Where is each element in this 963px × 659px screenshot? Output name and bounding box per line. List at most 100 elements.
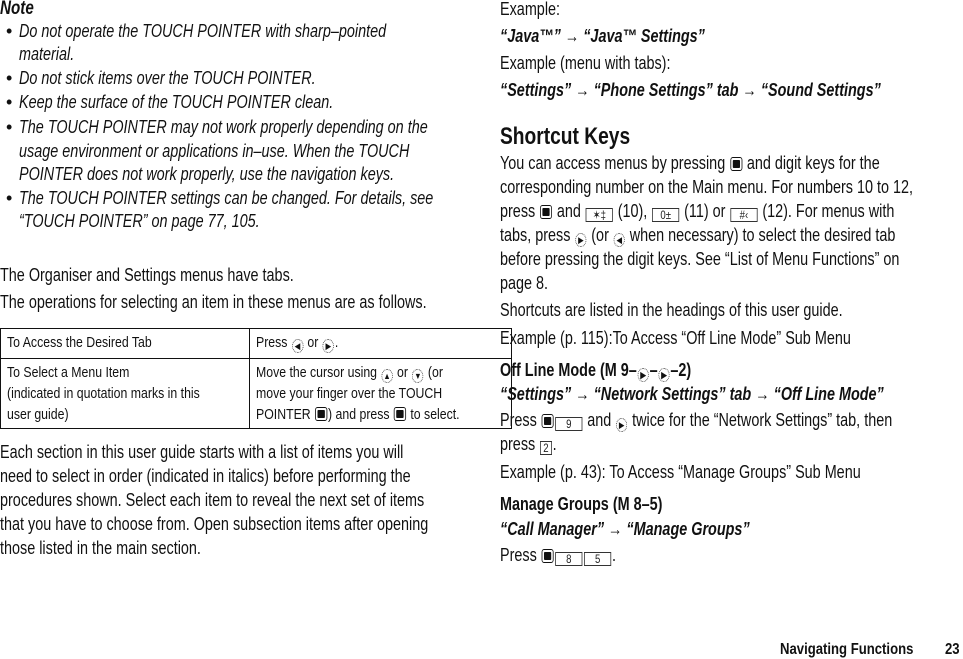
example-path-2: “Settings” → “Phone Settings” tab → “Sou… (500, 80, 881, 100)
table-cell: To Access the Desired Tab (0, 328, 251, 359)
shortcut-l1: You can access menus by pressing and dig… (500, 153, 880, 174)
table-cell: Press ◀ or ▶. (249, 328, 513, 359)
zero-key-icon: 0± (652, 208, 680, 222)
offline-l1: Press 9 and ▶ twice for the “Network Set… (500, 410, 892, 432)
text: and digit keys for the (746, 153, 880, 173)
section-para-l4: that you have to choose from. Open subse… (0, 514, 429, 534)
center-key-icon (315, 407, 328, 421)
example-label-1: Example: (500, 0, 561, 19)
nav-left-icon: ◀ (613, 233, 625, 247)
nav-left-icon: ◀ (291, 339, 304, 353)
note-bullet-4-l2: usage environment or applications in–use… (19, 141, 410, 161)
text: or (397, 364, 409, 381)
operations-table: To Access the Desired Tab Press ◀ or ▶. … (0, 328, 513, 429)
cell-text: Press ◀ or ▶. (256, 332, 460, 353)
center-key-icon (541, 414, 554, 428)
press-label: Press (256, 334, 288, 351)
shortcut-heading: Shortcut Keys (500, 123, 631, 150)
shortcut-l6: page 8. (500, 273, 549, 293)
text: press (500, 201, 536, 221)
shortcut-l4: tabs, press ▶ (or ◀ when necessary) to s… (500, 225, 895, 247)
note-bullet-5-l2: “TOUCH POINTER” on page 77, 105. (19, 211, 260, 231)
right-column: Example: “Java™” → “Java™ Settings” Exam… (500, 0, 963, 640)
example-manage-groups: Example (p. 43): To Access “Manage Group… (500, 462, 861, 482)
table-cell: Move the cursor using ▲ or ▼ (or move yo… (249, 358, 513, 429)
text: and (587, 410, 612, 430)
offline-l2: press 2. (500, 434, 557, 455)
bullet-icon: • (6, 188, 13, 208)
center-key-icon (730, 157, 743, 171)
footer-section-title: Navigating Functions (780, 641, 914, 658)
eight-key-icon: 8 (555, 552, 583, 566)
note-bullet-2: Do not stick items over the TOUCH POINTE… (19, 68, 316, 88)
five-key-icon: 5 (584, 552, 612, 566)
example-label-2: Example (menu with tabs): (500, 53, 671, 73)
shortcut-l2: corresponding number on the Main menu. F… (500, 177, 914, 197)
text: You can access menus by pressing (500, 153, 726, 173)
or-label: or (307, 334, 319, 351)
section-para-l2: need to select in order (indicated in it… (0, 466, 411, 486)
text: Press (500, 545, 537, 565)
shortcut-l5: before pressing the digit keys. See “Lis… (500, 249, 900, 269)
star-key-icon: ✶‡ (585, 208, 613, 222)
note-bullet-4-l1: The TOUCH POINTER may not work properly … (19, 117, 428, 137)
center-key-icon (393, 407, 407, 421)
nav-right-icon: ▶ (637, 368, 649, 382)
text: twice for the “Network Settings” tab, th… (632, 410, 893, 430)
nav-up-icon: ▲ (381, 369, 393, 383)
period: . (335, 334, 339, 351)
cell-text: user guide) (7, 406, 69, 423)
cell-text: Move the cursor using ▲ or ▼ (or (256, 362, 460, 383)
page-number: 23 (945, 641, 960, 658)
note-block: Note • Do not operate the TOUCH POINTER … (0, 0, 470, 240)
offline-path: “Settings” → “Network Settings” tab → “O… (500, 384, 884, 404)
text: Press (500, 410, 537, 430)
shortcut-example-1: Example (p. 115):To Access “Off Line Mod… (500, 328, 851, 348)
section-para-l5: those listed in the main section. (0, 538, 201, 558)
text: – (649, 360, 658, 380)
offline-heading: Off Line Mode (M 9– ▶ – ▶ –2) (500, 360, 691, 382)
note-bullet-4-l3: POINTER does not work properly, use the … (19, 164, 395, 184)
note-bullet-5-l1: The TOUCH POINTER settings can be change… (19, 188, 434, 208)
nav-right-icon: ▶ (322, 339, 335, 353)
text: . (552, 434, 557, 454)
example-path-1: “Java™” → “Java™ Settings” (500, 26, 705, 46)
groups-heading: Manage Groups (M 8–5) (500, 494, 663, 514)
text: –2) (670, 360, 692, 380)
cell-text: move your finger over the TOUCH (256, 385, 443, 402)
text: POINTER (256, 406, 311, 423)
text: (12). For menus with (762, 201, 895, 221)
groups-l1: Press 85. (500, 545, 616, 566)
bullet-icon: • (6, 68, 13, 88)
cell-text: To Access the Desired Tab (7, 334, 152, 351)
text: Off Line Mode (M 9– (500, 360, 637, 380)
bullet-icon: • (6, 92, 13, 112)
text: press (500, 434, 536, 454)
bullet-icon: • (6, 21, 13, 41)
bullet-icon: • (6, 117, 13, 137)
groups-path: “Call Manager” → “Manage Groups” (500, 519, 750, 539)
text: (or (428, 364, 444, 381)
nav-right-icon: ▶ (616, 418, 628, 432)
text: and (556, 201, 581, 221)
intro-tabs-text: The Organiser and Settings menus have ta… (0, 265, 294, 285)
text: (10), (617, 201, 648, 221)
text: (11) or (684, 201, 726, 221)
cell-text: POINTER ) and press to select. (256, 404, 460, 425)
note-bullet-3: Keep the surface of the TOUCH POINTER cl… (19, 92, 334, 112)
cell-text: To Select a Menu Item (7, 364, 130, 381)
hash-key-icon: #‹ (730, 208, 758, 222)
nav-right-icon: ▶ (658, 368, 670, 382)
note-bullet-1-l2: material. (19, 44, 75, 64)
text: Move the cursor using (256, 364, 378, 381)
text: to select. (410, 406, 460, 423)
center-key-icon (541, 549, 554, 563)
note-bullet-1-l1: Do not operate the TOUCH POINTER with sh… (19, 21, 387, 41)
text: . (612, 545, 617, 565)
nine-key-icon: 9 (555, 417, 583, 431)
nav-down-icon: ▼ (412, 369, 424, 383)
cell-text: (indicated in quotation marks in this (7, 385, 200, 402)
two-key-icon: 2 (540, 441, 552, 455)
text: ) and press (328, 406, 390, 423)
shortcut-p2: Shortcuts are listed in the headings of … (500, 300, 843, 320)
